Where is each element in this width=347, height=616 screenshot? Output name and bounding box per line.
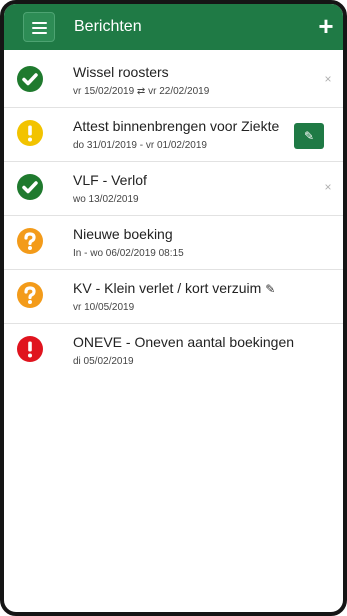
exclamation-icon xyxy=(17,120,43,146)
question-icon xyxy=(17,282,43,308)
phone-frame: Berichten + Wissel roosters vr 15/02/201… xyxy=(0,0,347,616)
add-message-button[interactable]: + xyxy=(312,12,340,40)
message-title: Attest binnenbrengen voor Ziekte xyxy=(73,118,280,134)
menu-button[interactable] xyxy=(23,12,55,42)
close-icon[interactable]: × xyxy=(320,71,336,87)
message-title: KV - Klein verlet / kort verzuim ✎ xyxy=(73,280,275,296)
list-item[interactable]: ONEVE - Oneven aantal boekingen di 05/02… xyxy=(4,324,343,377)
message-title: Nieuwe boeking xyxy=(73,226,173,242)
message-title: ONEVE - Oneven aantal boekingen xyxy=(73,334,295,350)
message-date: di 05/02/2019 xyxy=(73,356,134,367)
message-date: vr 15/02/2019 ⇄ vr 22/02/2019 xyxy=(73,86,210,97)
paperclip-icon: ✎ xyxy=(265,282,276,296)
check-icon xyxy=(17,66,43,92)
message-date: vr 10/05/2019 xyxy=(73,302,135,313)
check-icon xyxy=(17,174,43,200)
list-item[interactable]: Wissel roosters vr 15/02/2019 ⇄ vr 22/02… xyxy=(4,54,343,108)
close-icon[interactable]: × xyxy=(320,179,336,195)
list-item[interactable]: VLF - Verlof wo 13/02/2019 × xyxy=(4,162,343,216)
list-item[interactable]: KV - Klein verlet / kort verzuim ✎ vr 10/… xyxy=(4,270,343,324)
hamburger-icon xyxy=(32,22,47,24)
message-title-text: KV - Klein verlet / kort verzuim xyxy=(73,280,262,296)
message-date: do 31/01/2019 - vr 01/02/2019 xyxy=(73,140,207,151)
question-icon xyxy=(17,228,43,254)
list-item[interactable]: Attest binnenbrengen voor Ziekte do 31/0… xyxy=(4,108,343,162)
list-item[interactable]: Nieuwe boeking In - wo 06/02/2019 08:15 xyxy=(4,216,343,270)
hamburger-icon-bar xyxy=(32,27,47,29)
plus-icon: + xyxy=(318,11,334,41)
hamburger-icon-bar xyxy=(32,32,47,34)
paperclip-icon: ✎ xyxy=(303,129,315,143)
message-date: wo 13/02/2019 xyxy=(73,194,139,205)
message-title: VLF - Verlof xyxy=(73,172,147,188)
message-title: Wissel roosters xyxy=(73,64,169,80)
message-date: In - wo 06/02/2019 08:15 xyxy=(73,248,184,259)
exclamation-icon xyxy=(17,336,43,362)
attach-button[interactable]: ✎ xyxy=(294,123,324,149)
page-title: Berichten xyxy=(74,18,142,35)
message-list: Wissel roosters vr 15/02/2019 ⇄ vr 22/02… xyxy=(4,54,343,377)
app-header: Berichten + xyxy=(4,4,343,50)
